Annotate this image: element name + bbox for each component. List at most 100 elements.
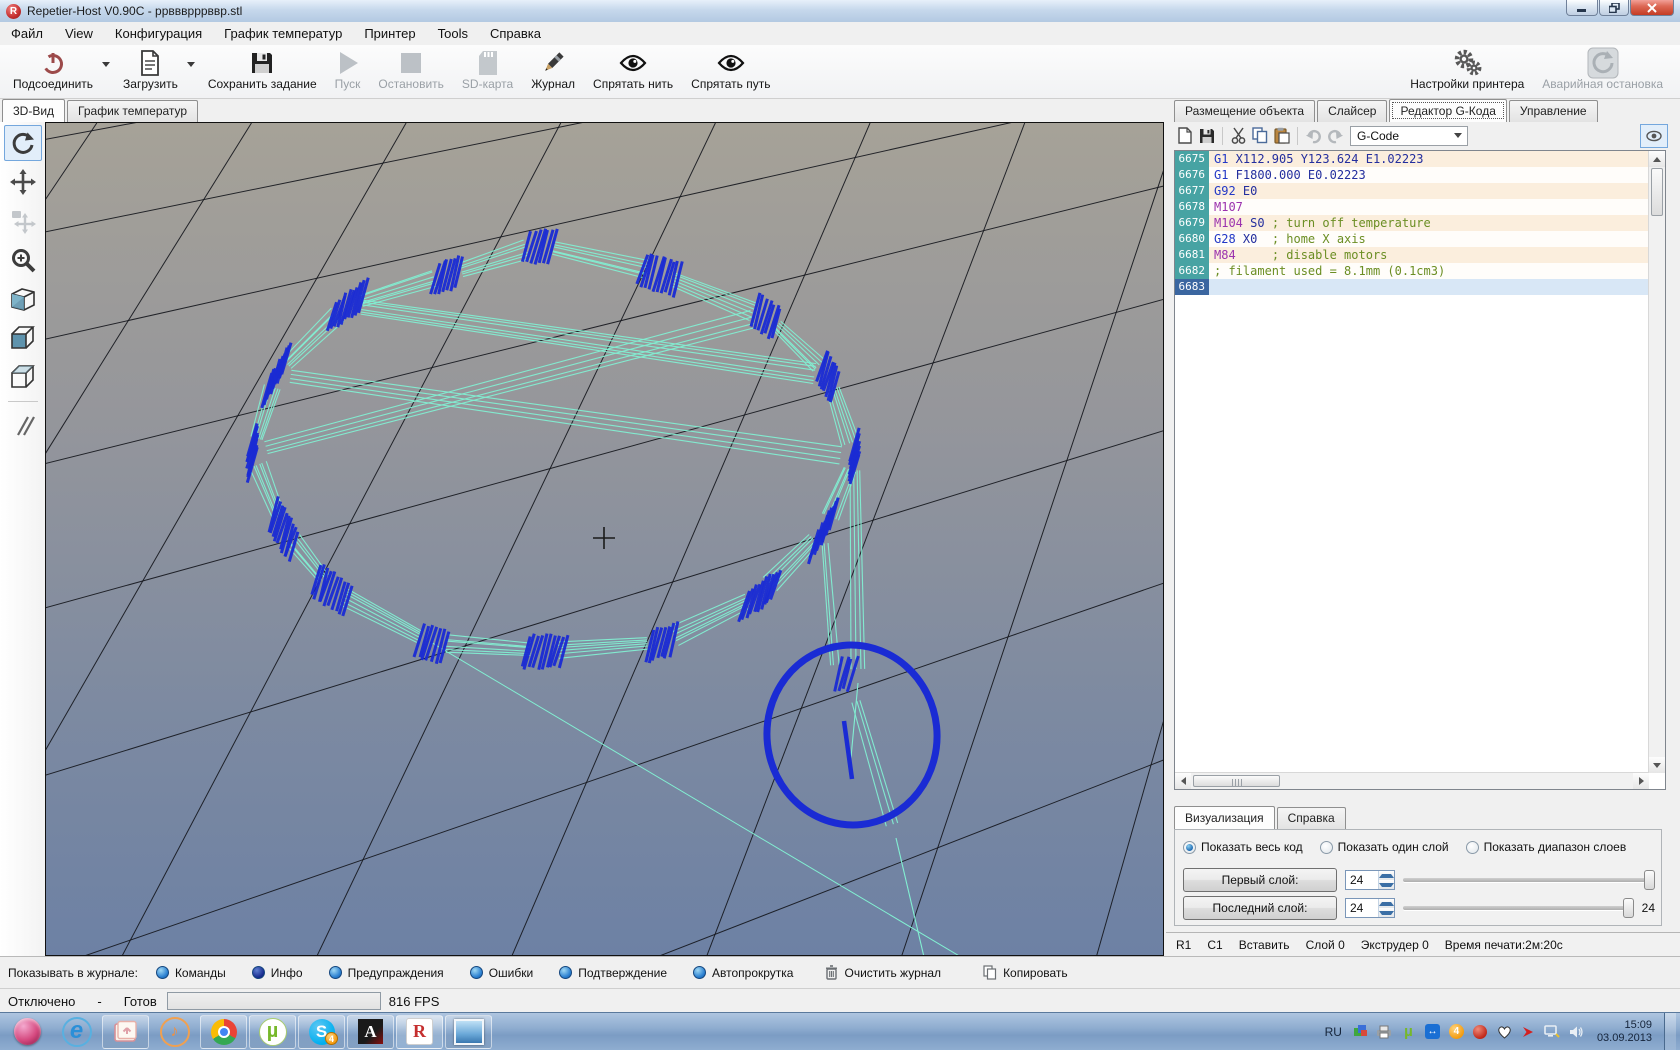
taskbar-app-skype[interactable]: S4 (298, 1015, 345, 1049)
minimize-button[interactable] (1566, 0, 1598, 16)
move-viewport-icon[interactable] (4, 164, 42, 200)
new-file-icon[interactable] (1174, 125, 1196, 146)
utorrent-tray-icon[interactable]: µ (1400, 1023, 1417, 1040)
move-object-icon[interactable] (4, 203, 42, 239)
menu-item[interactable]: Справка (479, 23, 552, 44)
copy-log-button[interactable]: Копировать (983, 965, 1068, 980)
last-layer-slider[interactable] (1403, 898, 1634, 918)
top-view-icon[interactable] (4, 359, 42, 395)
tab-help[interactable]: Справка (1277, 807, 1346, 829)
taskbar-app-photo-viewer[interactable] (445, 1015, 492, 1049)
editor-vertical-scrollbar[interactable] (1648, 151, 1665, 773)
gcode-editor[interactable]: 6675G1 X112.905 Y123.624 E1.022236676G1 … (1174, 150, 1666, 790)
toolbar-hide-travel[interactable]: Спрятать путь (682, 45, 779, 98)
toolbar-printer-settings[interactable]: Настройки принтера (1401, 45, 1533, 98)
3d-viewport[interactable] (46, 123, 1163, 955)
toolbar-hide-filament[interactable]: Спрятать нить (584, 45, 682, 98)
teamviewer-icon[interactable]: ↔ (1424, 1023, 1441, 1040)
update-badge-icon[interactable]: 4 (1448, 1023, 1465, 1040)
log-toggle-autoscroll[interactable]: Автопрокрутка (693, 966, 793, 980)
log-toggle-ack[interactable]: Подтверждение (559, 966, 667, 980)
gcode-line[interactable]: 6677G92 E0 (1175, 183, 1649, 199)
gcode-line[interactable]: 6679M104 S0 ; turn off temperature (1175, 215, 1649, 231)
log-toggle-warnings[interactable]: Предупраждения (329, 966, 444, 980)
save-file-icon[interactable] (1196, 125, 1218, 146)
gcode-line[interactable]: 6675G1 X112.905 Y123.624 E1.02223 (1175, 151, 1649, 167)
tab-3d-view[interactable]: 3D-Вид (2, 99, 65, 122)
tab-object-placement[interactable]: Размещение объекта (1174, 100, 1315, 122)
menu-item[interactable]: График температур (213, 23, 353, 44)
show-code-eye-toggle[interactable] (1640, 124, 1668, 148)
tab-manual-control[interactable]: Управление (1509, 100, 1598, 122)
toolbar-log[interactable]: Журнал (522, 45, 584, 98)
network-icon[interactable] (1544, 1023, 1561, 1040)
taskbar-app-music-player[interactable]: ♪ (151, 1015, 198, 1049)
menu-item[interactable]: View (54, 23, 104, 44)
first-layer-slider[interactable] (1403, 870, 1655, 890)
radio-show-single-layer[interactable]: Показать один слой (1320, 840, 1449, 854)
taskbar-app-start-orb[interactable] (4, 1015, 51, 1049)
spin-down-icon[interactable] (1379, 908, 1394, 917)
menu-item[interactable]: Конфигурация (104, 23, 213, 44)
restore-button[interactable] (1599, 0, 1629, 16)
spin-up-icon[interactable] (1379, 871, 1394, 880)
spin-up-icon[interactable] (1379, 899, 1394, 908)
dropdown-arrow-icon[interactable] (102, 45, 114, 98)
dropdown-arrow-icon[interactable] (187, 45, 199, 98)
toolbar-save-job[interactable]: Сохранить задание (199, 45, 326, 98)
taskbar-clock[interactable]: 15:09 03.09.2013 (1597, 1019, 1652, 1045)
first-layer-button[interactable]: Первый слой: (1183, 868, 1337, 892)
scroll-left-button[interactable] (1175, 773, 1191, 789)
taskbar-app-internet-explorer[interactable]: e (53, 1015, 100, 1049)
tab-visualization[interactable]: Визуализация (1174, 806, 1275, 829)
tab-slicer[interactable]: Слайсер (1317, 100, 1387, 122)
gcode-line[interactable]: 6683 (1175, 279, 1649, 295)
agent-icon[interactable] (1472, 1023, 1489, 1040)
toolbar-load[interactable]: Загрузить (114, 45, 187, 98)
paste-icon[interactable] (1271, 125, 1293, 146)
show-desktop-button[interactable] (1664, 1013, 1676, 1050)
heart-icon[interactable] (1496, 1023, 1513, 1040)
scroll-down-button[interactable] (1649, 757, 1665, 773)
scroll-right-button[interactable] (1633, 773, 1649, 789)
log-toggle-info[interactable]: Инфо (252, 966, 303, 980)
menu-item[interactable]: Tools (427, 23, 479, 44)
print-spooler-icon[interactable] (1376, 1023, 1393, 1040)
scroll-up-button[interactable] (1649, 151, 1665, 167)
slider-handle[interactable] (1623, 898, 1634, 918)
last-layer-button[interactable]: Последний слой: (1183, 896, 1337, 920)
cut-icon[interactable] (1227, 125, 1249, 146)
clear-log-button[interactable]: Очистить журнал (825, 965, 941, 980)
language-indicator[interactable]: RU (1325, 1025, 1342, 1039)
menu-item[interactable]: Файл (0, 23, 54, 44)
gcode-line[interactable]: 6680G28 X0 ; home X axis (1175, 231, 1649, 247)
gcode-language-dropdown[interactable]: G-Code (1350, 126, 1468, 146)
taskbar-app-repetier[interactable]: R (396, 1015, 443, 1049)
taskbar-app-file-manager[interactable] (102, 1015, 149, 1049)
volume-icon[interactable] (1568, 1023, 1585, 1040)
gcode-line[interactable]: 6678M107 (1175, 199, 1649, 215)
redo-icon[interactable] (1324, 125, 1346, 146)
slider-handle[interactable] (1644, 870, 1655, 890)
toolbar-connect[interactable]: Подсоединить (4, 45, 102, 98)
hidden-icons-icon[interactable] (1352, 1023, 1369, 1040)
rotate-view-icon[interactable] (4, 125, 42, 161)
front-view-icon[interactable] (4, 320, 42, 356)
gcode-line[interactable]: 6676G1 F1800.000 E0.02223 (1175, 167, 1649, 183)
last-layer-spinner[interactable]: 24 (1345, 898, 1395, 918)
log-toggle-commands[interactable]: Команды (156, 966, 226, 980)
first-layer-spinner[interactable]: 24 (1345, 870, 1395, 890)
log-toggle-errors[interactable]: Ошибки (470, 966, 534, 980)
taskbar-app-aimp[interactable]: A (347, 1015, 394, 1049)
radio-show-all-code[interactable]: Показать весь код (1183, 840, 1303, 854)
editor-horizontal-scrollbar[interactable] (1175, 772, 1649, 789)
zoom-icon[interactable] (4, 242, 42, 278)
tab-gcode-editor[interactable]: Редактор G-Кода (1389, 99, 1506, 122)
hscroll-thumb[interactable] (1193, 775, 1280, 787)
copy-icon[interactable] (1249, 125, 1271, 146)
close-button[interactable] (1630, 0, 1674, 16)
tab-temperature-graph[interactable]: График температур (67, 100, 198, 122)
spin-down-icon[interactable] (1379, 880, 1394, 889)
menu-item[interactable]: Принтер (353, 23, 426, 44)
radio-show-layer-range[interactable]: Показать диапазон слоев (1466, 840, 1627, 854)
